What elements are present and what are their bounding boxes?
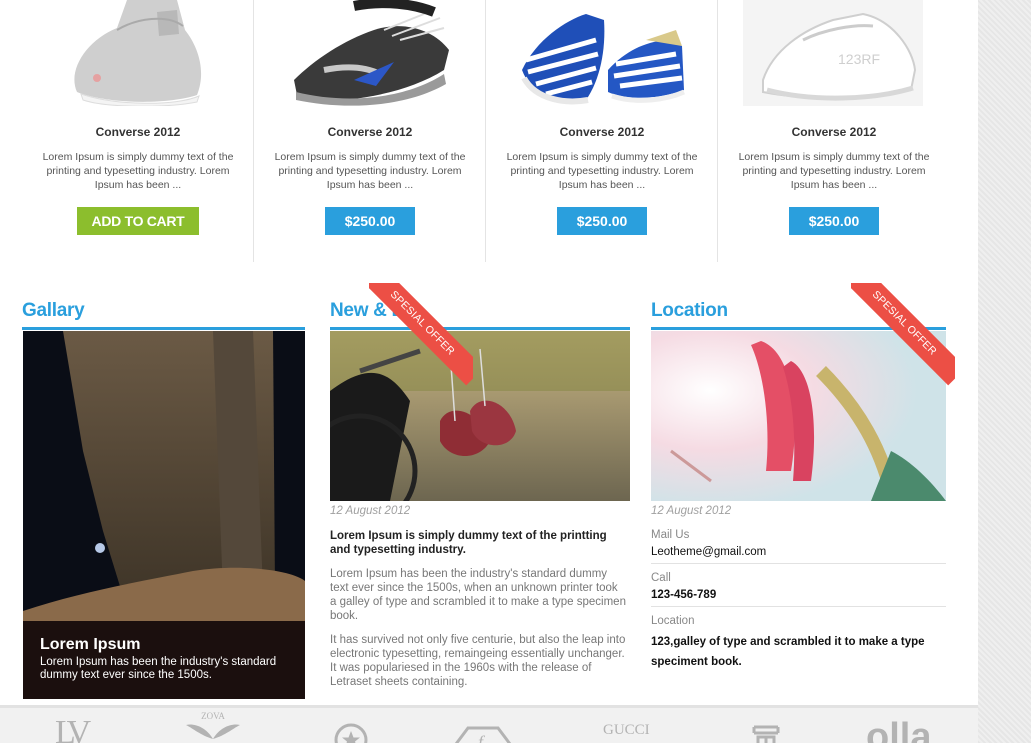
wings-icon <box>186 724 240 739</box>
news-paragraph: Lorem Ipsum has been the industry's stan… <box>330 568 626 622</box>
price-button[interactable]: $250.00 <box>325 207 415 235</box>
divider <box>651 606 946 607</box>
gallery-heading-rule <box>22 327 305 330</box>
product-description: Lorem Ipsum is simply dummy text of the … <box>42 151 234 191</box>
news-paragraph: It has survived not only five centurie, … <box>330 634 626 688</box>
gallery-caption: Lorem Ipsum Lorem Ipsum has been the ind… <box>23 621 305 699</box>
location-heading: Location <box>651 300 728 321</box>
mail-value[interactable]: Leotheme@gmail.com <box>651 546 766 558</box>
brand-name: ZOVA <box>201 711 225 721</box>
svg-text:123RF: 123RF <box>838 51 880 67</box>
product-grid: Converse 2012 Lorem Ipsum is simply dumm… <box>22 0 950 262</box>
gallery-heading: Gallary <box>22 300 85 321</box>
news-headline[interactable]: Lorem Ipsum is simply dummy text of the … <box>330 529 622 557</box>
price-button[interactable]: $250.00 <box>557 207 647 235</box>
ribbon-label: SPESIAL OFFER <box>369 283 473 386</box>
white-sneaker-image[interactable]: 123RF <box>743 0 923 106</box>
star-circle-logo[interactable] <box>333 722 369 743</box>
location-value: 123,galley of type and scrambled it to m… <box>651 636 925 668</box>
product-name[interactable]: Converse 2012 <box>254 125 486 139</box>
grey-slip-on-shoe-image[interactable] <box>47 0 227 106</box>
product-card: Converse 2012 Lorem Ipsum is simply dumm… <box>254 0 486 262</box>
special-offer-ribbon[interactable]: SPESIAL OFFER <box>369 283 473 387</box>
product-description: Lorem Ipsum is simply dummy text of the … <box>738 151 930 191</box>
product-name[interactable]: Converse 2012 <box>718 125 950 139</box>
call-label: Call <box>651 572 671 584</box>
gucci-logo[interactable]: GUCCI <box>603 722 650 739</box>
fendi-style-logo[interactable]: f <box>454 724 512 743</box>
product-description: Lorem Ipsum is simply dummy text of the … <box>506 151 698 191</box>
lv-logo[interactable]: LV <box>55 714 91 743</box>
zova-logo[interactable]: ZOVA <box>186 711 240 741</box>
product-name[interactable]: Converse 2012 <box>486 125 718 139</box>
add-to-cart-button[interactable]: ADD TO CART <box>77 207 199 235</box>
main-content: Converse 2012 Lorem Ipsum is simply dumm… <box>0 0 978 705</box>
divider <box>651 563 946 564</box>
blue-striped-shoe-image[interactable] <box>511 0 691 106</box>
black-running-shoe-image[interactable] <box>279 0 459 106</box>
call-value[interactable]: 123-456-789 <box>651 589 716 601</box>
brand-strip: LV ZOVA f GUCCI olla <box>0 705 978 743</box>
olla-logo[interactable]: olla <box>866 716 931 743</box>
square-glyph-logo[interactable] <box>752 725 780 743</box>
gallery-caption-title[interactable]: Lorem Ipsum <box>40 636 289 654</box>
product-name[interactable]: Converse 2012 <box>22 125 254 139</box>
product-card: 123RF Converse 2012 Lorem Ipsum is simpl… <box>718 0 950 262</box>
location-date: 12 August 2012 <box>651 505 732 517</box>
ribbon-label: SPESIAL OFFER <box>851 283 955 386</box>
brand-name: f <box>478 732 486 743</box>
product-card: Converse 2012 Lorem Ipsum is simply dumm… <box>22 0 254 262</box>
product-card: Converse 2012 Lorem Ipsum is simply dumm… <box>486 0 718 262</box>
price-button[interactable]: $250.00 <box>789 207 879 235</box>
mail-label: Mail Us <box>651 529 690 541</box>
product-description: Lorem Ipsum is simply dummy text of the … <box>274 151 466 191</box>
location-label: Location <box>651 615 695 627</box>
special-offer-ribbon[interactable]: SPESIAL OFFER <box>851 283 955 387</box>
page-background-pattern <box>978 0 1031 743</box>
news-date: 12 August 2012 <box>330 505 411 517</box>
gallery-caption-text: Lorem Ipsum has been the industry's stan… <box>40 656 277 681</box>
